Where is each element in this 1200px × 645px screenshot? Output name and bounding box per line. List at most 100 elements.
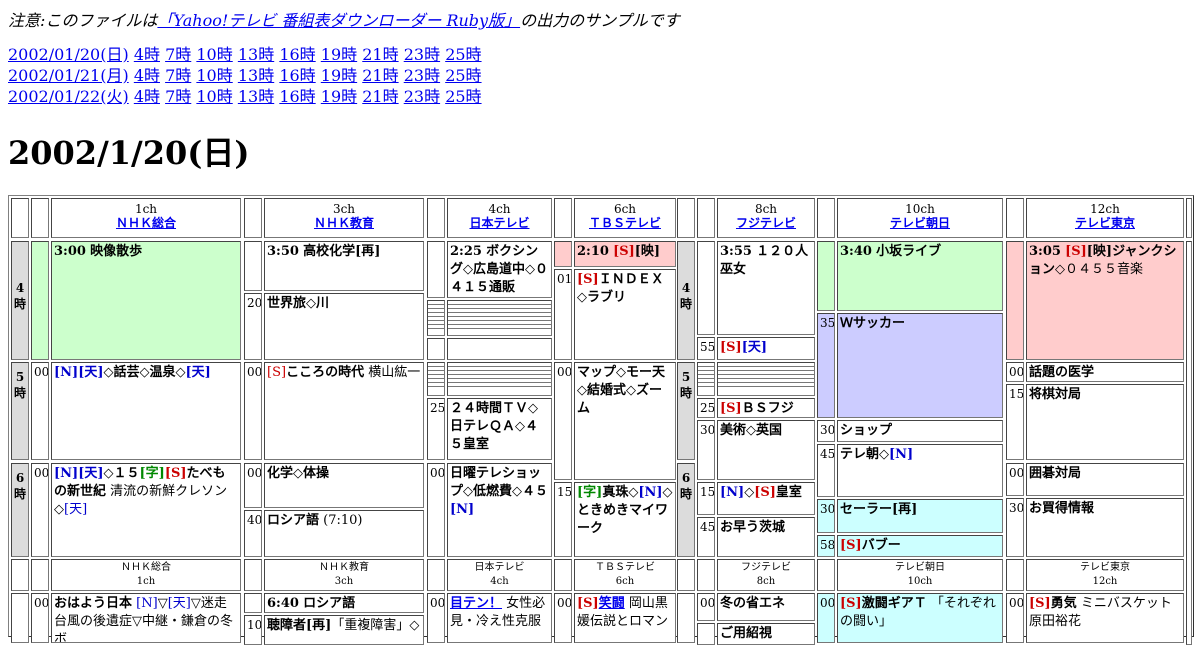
program-cell[interactable]: お買得情報 bbox=[1026, 498, 1184, 557]
minute-cell: 01 bbox=[554, 269, 572, 360]
program-cell[interactable]: [N]◇[S]皇室 bbox=[717, 482, 815, 515]
hour-link[interactable]: 13時 bbox=[238, 66, 274, 85]
program-cell[interactable]: 聴障者[再]「重複障害」◇ bbox=[264, 615, 424, 645]
program-cell[interactable]: 囲碁対局 bbox=[1026, 463, 1184, 496]
hour-link[interactable]: 13時 bbox=[238, 87, 274, 106]
hour-link[interactable]: 25時 bbox=[445, 45, 481, 64]
program-link[interactable]: 目テン！ bbox=[450, 596, 502, 611]
minute-cell: 00 bbox=[427, 463, 445, 557]
program-cell[interactable]: 美術◇英国 bbox=[717, 420, 815, 480]
hour-link[interactable]: 4時 bbox=[134, 87, 160, 106]
minute-cell bbox=[31, 241, 49, 360]
program-cell[interactable]: 6:40 ロシア語 bbox=[264, 593, 424, 613]
hour-link[interactable]: 7時 bbox=[165, 66, 191, 85]
hour-link[interactable]: 10時 bbox=[196, 87, 232, 106]
footer-spacer bbox=[244, 559, 262, 591]
hour-link[interactable]: 7時 bbox=[165, 87, 191, 106]
channel-link-nhk3[interactable]: ＮＨＫ教育 bbox=[314, 216, 374, 230]
channel-link-ex[interactable]: テレビ朝日 bbox=[890, 216, 950, 230]
hour-link[interactable]: 25時 bbox=[445, 66, 481, 85]
program-cell[interactable]: 将棋対局 bbox=[1026, 384, 1184, 460]
minute-cell bbox=[427, 241, 445, 298]
program-cell[interactable]: ２４時間ＴＶ◇日テレＱＡ◇４５皇室 bbox=[447, 398, 552, 460]
program-cell[interactable]: マップ◇モー天◇結婚式◇ズーム bbox=[574, 362, 676, 480]
downloader-link[interactable]: 「Yahoo!テレビ 番組表ダウンローダー Ruby版」 bbox=[157, 11, 520, 30]
program-cell[interactable]: [S]笑闘 岡山黒媛伝説とロマン bbox=[574, 593, 676, 643]
program-cell[interactable]: お早う茨城 bbox=[717, 517, 815, 557]
program-cell[interactable]: [S]激闘ギアＴ 「それぞれの闘い」 bbox=[837, 593, 1003, 643]
channel-header-cx: 8ch フジテレビ bbox=[717, 198, 815, 238]
program-cell[interactable]: [N][天]◇１５[字][S]たべもの新世紀 清流の新鮮クレソン◇[天] bbox=[51, 463, 241, 557]
program-cell[interactable]: セーラー[再] bbox=[837, 499, 1003, 533]
channel-link-nhk1[interactable]: ＮＨＫ総合 bbox=[116, 216, 176, 230]
minute-cell: 25 bbox=[427, 398, 445, 460]
program-cell[interactable]: 2:25 ボクシング◇広島道中◇０４１５通販 bbox=[447, 241, 552, 298]
program-cell[interactable]: [S]こころの時代 横山紘一 bbox=[264, 362, 424, 460]
program-cell[interactable]: [S]ＢＳフジ bbox=[717, 398, 815, 418]
channel-link-tx[interactable]: テレビ東京 bbox=[1075, 216, 1135, 230]
date-link[interactable]: 2002/01/21(月) bbox=[8, 66, 129, 85]
program-cell[interactable]: 世界旅◇川 bbox=[264, 293, 424, 360]
program-cell[interactable]: ロシア語 (7:10) bbox=[264, 510, 424, 557]
hour-link[interactable]: 16時 bbox=[279, 66, 315, 85]
hour-link[interactable]: 4時 bbox=[134, 45, 160, 64]
program-cell[interactable]: 日曜テレショップ◇低燃費◇４５[N] bbox=[447, 463, 552, 557]
hour-link[interactable]: 10時 bbox=[196, 45, 232, 64]
minute-cell bbox=[244, 241, 262, 291]
hour-link[interactable]: 21時 bbox=[362, 87, 398, 106]
hour-link[interactable]: 16時 bbox=[279, 45, 315, 64]
program-cell[interactable]: 3:50 高校化学[再] bbox=[264, 241, 424, 291]
channel-number: 10ch bbox=[905, 202, 935, 216]
hour-link[interactable]: 10時 bbox=[196, 66, 232, 85]
program-cell[interactable]: [S]バブー bbox=[837, 535, 1003, 557]
channel-link-cx[interactable]: フジテレビ bbox=[736, 216, 796, 230]
hour-link[interactable]: 23時 bbox=[404, 87, 440, 106]
program-cell[interactable]: 3:40 小坂ライブ bbox=[837, 241, 1003, 311]
hour-link[interactable]: 21時 bbox=[362, 66, 398, 85]
hour-link[interactable]: 23時 bbox=[404, 45, 440, 64]
minute-cell: 00 bbox=[427, 593, 445, 643]
minute-cell: 15 bbox=[1006, 384, 1024, 460]
program-cell[interactable]: 目テン！ 女性必見・冷え性克服 bbox=[447, 593, 552, 643]
program-cell[interactable]: 3:55 １２０人巫女 bbox=[717, 241, 815, 335]
program-cell[interactable]: ご用紹視 bbox=[717, 623, 815, 645]
hour-link[interactable]: 19時 bbox=[321, 45, 357, 64]
hour-label-next bbox=[11, 593, 29, 643]
program-cell[interactable]: 2:10 [S][映] bbox=[574, 241, 676, 267]
program-cell[interactable]: [S]勇気 ミニバスケット原田裕花 bbox=[1026, 593, 1184, 643]
minute-cell: 00 bbox=[31, 362, 49, 460]
hour-link[interactable]: 7時 bbox=[165, 45, 191, 64]
program-cell[interactable]: 化学◇体操 bbox=[264, 463, 424, 508]
hour-link[interactable]: 16時 bbox=[279, 87, 315, 106]
program-cell[interactable]: [S]ＩＮＤＥＸ◇ラブリ bbox=[574, 269, 676, 360]
hour-link[interactable]: 21時 bbox=[362, 45, 398, 64]
minute-cell: 00 bbox=[31, 463, 49, 557]
hour-link[interactable]: 4時 bbox=[134, 66, 160, 85]
program-cell[interactable]: Ｗサッカー bbox=[837, 313, 1003, 418]
minute-cell bbox=[244, 593, 262, 613]
hour-link[interactable]: 13時 bbox=[238, 45, 274, 64]
program-cell[interactable]: [字]真珠◇[N]◇ときめきマイワーク bbox=[574, 482, 676, 557]
minute-cell: 15 bbox=[554, 482, 572, 557]
hour-link[interactable]: 23時 bbox=[404, 66, 440, 85]
channel-link-tbs[interactable]: ＴＢＳテレビ bbox=[589, 216, 661, 230]
program-link[interactable]: 笑闘 bbox=[599, 596, 625, 611]
channel-link-ntv[interactable]: 日本テレビ bbox=[469, 216, 529, 230]
hour-link[interactable]: 19時 bbox=[321, 87, 357, 106]
spacer-cell bbox=[817, 198, 835, 238]
program-cell[interactable]: テレ朝◇[N] bbox=[837, 444, 1003, 497]
hour-link[interactable]: 25時 bbox=[445, 87, 481, 106]
date-link[interactable]: 2002/01/22(火) bbox=[8, 87, 129, 106]
program-cell[interactable]: [S][天] bbox=[717, 337, 815, 360]
spacer-cell bbox=[31, 198, 49, 238]
program-cell[interactable]: 3:05 [S][映]ジャンクション◇０４５５音楽 bbox=[1026, 241, 1184, 360]
program-cell[interactable]: ショップ bbox=[837, 420, 1003, 442]
minute-cell: 20 bbox=[244, 293, 262, 360]
program-cell[interactable]: 3:00 映像散歩 bbox=[51, 241, 241, 360]
date-link[interactable]: 2002/01/20(日) bbox=[8, 45, 129, 64]
program-cell[interactable]: [N][天]◇話芸◇温泉◇[天] bbox=[51, 362, 241, 460]
program-cell[interactable]: 話題の医学 bbox=[1026, 362, 1184, 382]
program-cell[interactable]: 冬の省エネ bbox=[717, 593, 815, 621]
hour-link[interactable]: 19時 bbox=[321, 66, 357, 85]
program-cell[interactable]: おはよう日本 [N]▽[天]▽迷走台風の後遺症▽中継・鎌倉の冬ボ bbox=[51, 593, 241, 643]
